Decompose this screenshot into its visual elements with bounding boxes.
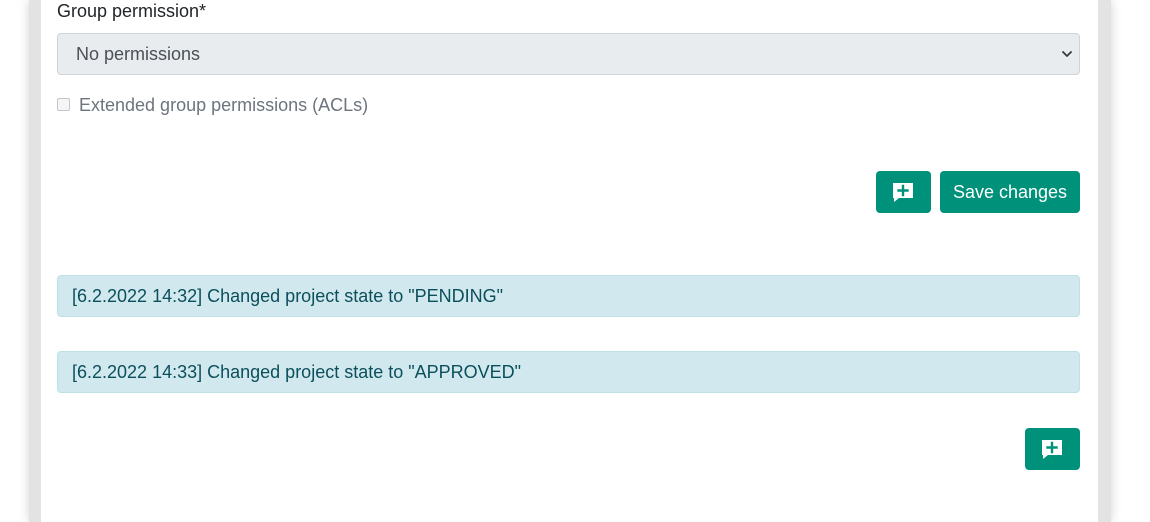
add-comment-icon (893, 183, 913, 202)
group-permission-label: Group permission* (57, 1, 207, 21)
save-changes-label: Save changes (952, 182, 1068, 202)
group-permission-value: No permissions (76, 44, 201, 64)
log-entry-text: [6.2.2022 14:32] Changed project state t… (72, 286, 504, 306)
add-comment-button[interactable] (876, 171, 931, 213)
content-panel: Group permission* No permissions Extende… (41, 0, 1098, 522)
log-entry: [6.2.2022 14:32] Changed project state t… (57, 275, 1080, 317)
log-entry: [6.2.2022 14:33] Changed project state t… (57, 351, 1080, 393)
group-permission-select[interactable]: No permissions (57, 33, 1080, 75)
log-entry-text: [6.2.2022 14:33] Changed project state t… (72, 362, 522, 382)
save-changes-button[interactable]: Save changes (940, 171, 1080, 213)
add-comment-button[interactable] (1025, 428, 1080, 470)
add-comment-icon (1042, 440, 1062, 459)
chevron-down-icon (1062, 51, 1072, 57)
page-frame: Group permission* No permissions Extende… (29, 0, 1111, 522)
extended-acl-label: Extended group permissions (ACLs) (79, 95, 369, 115)
extended-acl-checkbox[interactable] (57, 98, 70, 111)
